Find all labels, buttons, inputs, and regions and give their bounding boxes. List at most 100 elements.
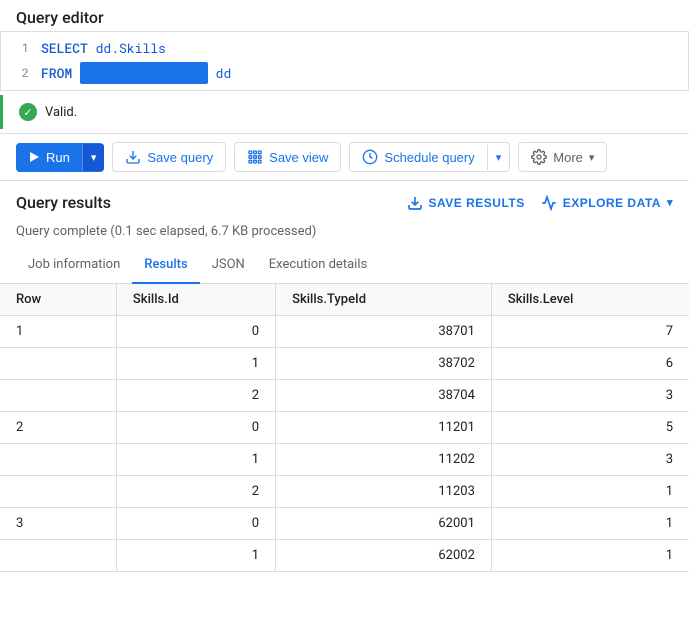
cell-skills-level: 7 [491, 316, 689, 348]
tab-execution-details[interactable]: Execution details [257, 247, 379, 284]
line-number-2: 2 [9, 63, 29, 83]
tab-json[interactable]: JSON [200, 247, 257, 284]
table-header-row: Row Skills.Id Skills.TypeId Skills.Level [0, 284, 689, 316]
code-line-1: 1 SELECT dd.Skills [1, 36, 688, 60]
cell-skills-level: 1 [491, 476, 689, 508]
save-view-label: Save view [269, 150, 328, 165]
cell-skills-id: 1 [116, 444, 275, 476]
cell-skills-typeid: 62001 [276, 508, 492, 540]
query-complete-message: Query complete (0.1 sec elapsed, 6.7 KB … [0, 220, 689, 247]
save-query-button[interactable]: Save query [112, 142, 226, 172]
cell-skills-id: 0 [116, 316, 275, 348]
results-actions: SAVE RESULTS EXPLORE DATA ▾ [407, 195, 674, 211]
cell-skills-typeid: 38704 [276, 380, 492, 412]
toolbar: Run ▾ Save query Save view [0, 133, 689, 180]
play-icon [28, 151, 40, 163]
results-header: Query results SAVE RESULTS EXPLORE DATA … [0, 181, 689, 220]
run-button[interactable]: Run ▾ [16, 143, 104, 172]
cell-skills-level: 1 [491, 508, 689, 540]
code-space-3 [208, 63, 216, 83]
cell-row-number: 3 [0, 508, 116, 540]
results-table: Row Skills.Id Skills.TypeId Skills.Level… [0, 284, 689, 572]
cell-skills-level: 3 [491, 380, 689, 412]
explore-data-label: EXPLORE DATA [563, 196, 661, 210]
explore-data-chevron: ▾ [667, 196, 673, 209]
cell-skills-id: 2 [116, 380, 275, 412]
table-row: 10387017 [0, 316, 689, 348]
table-row: 20112015 [0, 412, 689, 444]
explore-data-button[interactable]: EXPLORE DATA ▾ [541, 195, 673, 211]
save-results-button[interactable]: SAVE RESULTS [407, 195, 525, 211]
code-alias-dd: dd [216, 63, 232, 83]
table-row: 1620021 [0, 540, 689, 572]
schedule-query-main[interactable]: Schedule query [350, 143, 486, 171]
cell-skills-typeid: 38702 [276, 348, 492, 380]
code-table-ref [80, 62, 208, 84]
col-header-skills-level: Skills.Level [491, 284, 689, 316]
cell-skills-id: 0 [116, 412, 275, 444]
tab-results[interactable]: Results [132, 247, 199, 284]
run-button-main[interactable]: Run [16, 143, 82, 172]
results-title: Query results [16, 193, 111, 212]
line-number-1: 1 [9, 38, 29, 58]
run-dropdown-arrow[interactable]: ▾ [82, 144, 105, 171]
table-row: 2387043 [0, 380, 689, 412]
table-row: 30620011 [0, 508, 689, 540]
more-button[interactable]: More ▾ [518, 142, 607, 172]
schedule-icon [362, 149, 378, 165]
cell-row-number [0, 476, 116, 508]
valid-banner: ✓ Valid. [0, 95, 689, 129]
cell-row-number: 1 [0, 316, 116, 348]
cell-skills-typeid: 11203 [276, 476, 492, 508]
table-row: 1112023 [0, 444, 689, 476]
cell-skills-level: 1 [491, 540, 689, 572]
cell-row-number [0, 444, 116, 476]
col-header-row: Row [0, 284, 116, 316]
code-editor[interactable]: 1 SELECT dd.Skills 2 FROM dd [0, 31, 689, 91]
schedule-dropdown-arrow[interactable]: ▾ [487, 145, 510, 170]
valid-text: Valid. [45, 105, 77, 120]
code-field-skills: dd.Skills [96, 38, 166, 58]
cell-skills-id: 0 [116, 508, 275, 540]
save-view-icon [247, 149, 263, 165]
save-query-icon [125, 149, 141, 165]
query-editor-label: Query editor [0, 0, 689, 31]
gear-icon [531, 149, 547, 165]
valid-check-icon: ✓ [19, 103, 37, 121]
cell-skills-typeid: 11201 [276, 412, 492, 444]
results-tabs: Job information Results JSON Execution d… [0, 247, 689, 284]
schedule-query-button[interactable]: Schedule query ▾ [349, 142, 510, 172]
cell-skills-id: 1 [116, 540, 275, 572]
cell-skills-level: 3 [491, 444, 689, 476]
table-row: 2112031 [0, 476, 689, 508]
cell-skills-level: 5 [491, 412, 689, 444]
save-results-icon [407, 195, 423, 211]
cell-skills-id: 2 [116, 476, 275, 508]
cell-row-number [0, 380, 116, 412]
save-view-button[interactable]: Save view [234, 142, 341, 172]
tab-job-information[interactable]: Job information [16, 247, 132, 284]
cell-row-number: 2 [0, 412, 116, 444]
code-line-2: 2 FROM dd [1, 60, 688, 86]
cell-skills-typeid: 11202 [276, 444, 492, 476]
cell-skills-level: 6 [491, 348, 689, 380]
save-query-label: Save query [147, 150, 213, 165]
cell-skills-typeid: 62002 [276, 540, 492, 572]
more-label: More [553, 150, 583, 165]
cell-row-number [0, 348, 116, 380]
col-header-skills-typeid: Skills.TypeId [276, 284, 492, 316]
table-row: 1387026 [0, 348, 689, 380]
keyword-select: SELECT [41, 38, 88, 58]
explore-data-icon [541, 195, 557, 211]
col-header-skills-id: Skills.Id [116, 284, 275, 316]
cell-skills-typeid: 38701 [276, 316, 492, 348]
results-section: Query results SAVE RESULTS EXPLORE DATA … [0, 180, 689, 572]
code-space-1 [88, 38, 96, 58]
cell-skills-id: 1 [116, 348, 275, 380]
code-space-2 [72, 63, 80, 83]
save-results-label: SAVE RESULTS [429, 196, 525, 210]
run-label: Run [46, 150, 70, 165]
keyword-from: FROM [41, 63, 72, 83]
schedule-query-label: Schedule query [384, 150, 474, 165]
cell-row-number [0, 540, 116, 572]
